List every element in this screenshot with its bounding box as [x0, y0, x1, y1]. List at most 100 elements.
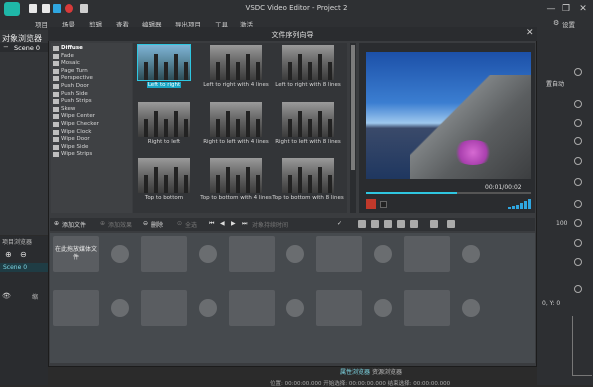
media-slot[interactable] [229, 290, 275, 326]
scene-label[interactable]: Scene 0 [14, 44, 40, 52]
play-button[interactable] [366, 199, 376, 209]
transition-thumbnail[interactable] [138, 158, 190, 193]
reset-icon[interactable] [574, 219, 582, 227]
effect-item[interactable]: Wipe Door [61, 136, 90, 142]
reset-icon[interactable] [574, 68, 582, 76]
select-all-icon[interactable]: ⊙ [177, 220, 182, 227]
filter-icon[interactable] [410, 220, 418, 228]
properties-tab[interactable]: 属性浏览器 [340, 369, 370, 376]
check-icon[interactable]: ✓ [337, 220, 342, 227]
media-slot[interactable] [141, 236, 187, 272]
delete-icon[interactable]: ⊖ [143, 220, 148, 227]
media-slot[interactable] [53, 290, 99, 326]
effects-icon[interactable] [371, 220, 379, 228]
dialog-close-icon[interactable]: ✕ [526, 28, 534, 38]
effect-item[interactable]: Perspective [61, 75, 93, 81]
transition-thumbnail-label[interactable]: Right to left with 8 lines [263, 139, 353, 145]
prev-frame-icon[interactable]: ◀ [220, 220, 225, 227]
transition-slot[interactable] [111, 245, 129, 263]
add-effect-icon[interactable]: ⊕ [100, 220, 105, 227]
transition-thumbnail[interactable] [282, 102, 334, 137]
transition-slot[interactable] [199, 299, 217, 317]
curve-graph[interactable] [572, 316, 592, 376]
maximize-button[interactable]: ❐ [558, 2, 574, 16]
reset-icon[interactable] [574, 285, 582, 293]
crop-icon[interactable] [358, 220, 366, 228]
last-frame-icon[interactable]: ⏭ [242, 220, 247, 228]
transition-thumbnail-label[interactable]: Left to right [147, 82, 181, 88]
volume-icon[interactable] [508, 199, 532, 209]
add-file-button[interactable]: 添加文件 [62, 220, 86, 229]
close-button[interactable]: ✕ [575, 2, 591, 16]
transition-slot[interactable] [374, 245, 392, 263]
media-slot[interactable] [404, 236, 450, 272]
reset-icon[interactable] [574, 100, 582, 108]
effect-item[interactable]: Wipe Side [61, 144, 88, 150]
transition-slot[interactable] [462, 245, 480, 263]
color-icon[interactable] [384, 220, 392, 228]
adjust-icon[interactable] [397, 220, 405, 228]
effect-item[interactable]: Push Door [61, 83, 89, 89]
add-effect-button[interactable]: 添加效果 [108, 220, 132, 229]
media-slot[interactable] [229, 236, 275, 272]
extra-icon[interactable] [447, 220, 455, 228]
scene-list-label[interactable]: Scene 0 [3, 264, 27, 271]
stop-button[interactable] [380, 201, 387, 208]
next-frame-icon[interactable]: ▶ [231, 220, 236, 227]
delete-button[interactable]: 删除 [151, 220, 163, 229]
transition-thumbnail-label[interactable]: Top to bottom with 8 lines [263, 195, 353, 201]
transition-slot[interactable] [286, 299, 304, 317]
gear-icon[interactable]: ⚙ [553, 19, 559, 27]
add-icon[interactable]: ⊕ [5, 250, 12, 259]
menu-project[interactable]: 项目 [35, 19, 48, 29]
effect-item[interactable]: Push Side [61, 91, 88, 97]
scrollbar-thumb[interactable] [351, 45, 355, 170]
reset-icon[interactable] [574, 119, 582, 127]
collapse-icon[interactable]: − [3, 43, 9, 51]
effect-item[interactable]: Page Turn [61, 68, 88, 74]
effect-item[interactable]: Wipe Clock [61, 129, 91, 135]
transition-slot[interactable] [111, 299, 129, 317]
transition-thumbnail[interactable] [138, 102, 190, 137]
reset-icon[interactable] [574, 258, 582, 266]
reset-icon[interactable] [574, 200, 582, 208]
add-file-icon[interactable]: ⊕ [54, 220, 59, 227]
effect-item[interactable]: Fade [61, 53, 74, 59]
effect-item[interactable]: Mosaic [61, 60, 80, 66]
value-100[interactable]: 100 [556, 220, 567, 227]
select-all-button[interactable]: 全选 [185, 220, 197, 229]
eye-icon[interactable]: 👁 [2, 292, 11, 300]
media-slot[interactable] [316, 290, 362, 326]
effect-item[interactable]: Wipe Strips [61, 151, 92, 157]
effect-item[interactable]: Wipe Center [61, 113, 95, 119]
media-slot[interactable] [316, 236, 362, 272]
project-explorer-tab[interactable]: 项目浏览器 [2, 237, 32, 246]
effect-item[interactable]: Skew [61, 106, 75, 112]
transition-thumbnail[interactable] [210, 102, 262, 137]
resources-tab[interactable]: 资源浏览器 [372, 369, 402, 376]
transition-thumbnail[interactable] [137, 44, 191, 81]
reset-icon[interactable] [574, 137, 582, 145]
transition-thumbnail-label[interactable]: Left to right with 8 lines [263, 82, 353, 88]
transform-icon[interactable] [430, 220, 438, 228]
transition-slot[interactable] [374, 299, 392, 317]
transition-thumbnail[interactable] [282, 158, 334, 193]
first-frame-icon[interactable]: ⏮ [209, 220, 214, 228]
transition-thumbnail[interactable] [210, 158, 262, 193]
reset-icon[interactable] [574, 178, 582, 186]
media-slot[interactable] [404, 290, 450, 326]
transition-thumbnail[interactable] [210, 45, 262, 80]
transition-slot[interactable] [462, 299, 480, 317]
media-slot[interactable] [141, 290, 187, 326]
effect-item[interactable]: Wipe Checker [61, 121, 99, 127]
transition-thumbnail[interactable] [282, 45, 334, 80]
effect-item[interactable]: Diffuse [61, 45, 83, 51]
settings-label[interactable]: 设置 [562, 19, 575, 29]
transition-slot[interactable] [199, 245, 217, 263]
minimize-button[interactable]: — [543, 2, 559, 16]
remove-icon[interactable]: ⊖ [20, 250, 27, 259]
reset-icon[interactable] [574, 157, 582, 165]
reset-icon[interactable] [574, 239, 582, 247]
transition-slot[interactable] [286, 245, 304, 263]
effect-item[interactable]: Push Strips [61, 98, 92, 104]
